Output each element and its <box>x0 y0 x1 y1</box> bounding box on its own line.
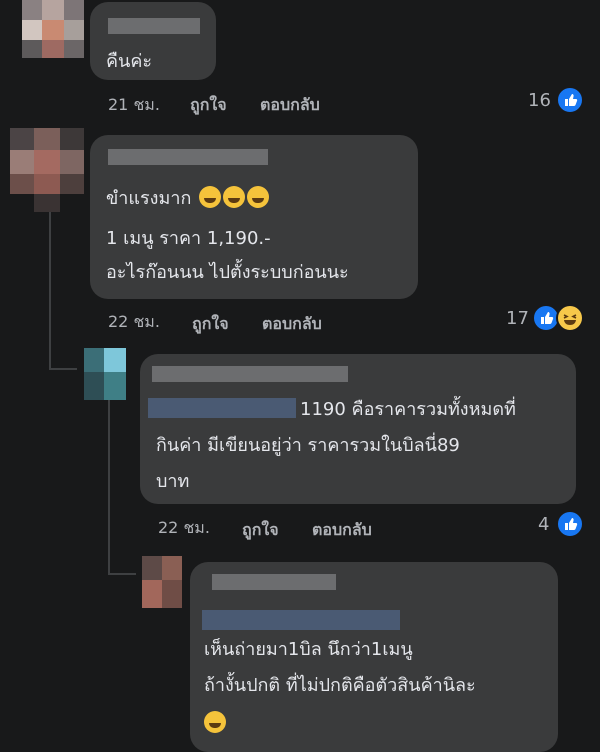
commenter-name-blurred[interactable] <box>152 366 348 382</box>
avatar[interactable] <box>10 128 84 212</box>
avatar[interactable] <box>84 348 126 400</box>
comment-text-line <box>204 708 226 740</box>
comment-text-line: บาท <box>156 471 190 492</box>
comment-text: คืนค่ะ <box>106 51 153 72</box>
comment-text-line: ถ้างั้นปกติ ที่ไม่ปกติคือตัวสินค้านิละ <box>204 675 476 696</box>
thread-line-curve <box>108 573 136 575</box>
like-icon[interactable] <box>556 86 584 114</box>
comment-text-line: อะไรก๊อนนน ไปตั้งระบบก่อนนะ <box>106 262 349 283</box>
reaction-count[interactable]: 16 <box>528 90 551 111</box>
reply-link[interactable]: ตอบกลับ <box>312 518 372 543</box>
avatar[interactable] <box>22 0 84 58</box>
rofl-emoji <box>223 186 246 208</box>
comment-text-line: 1190 คือราคารวมทั้งหมดที่ <box>300 399 516 420</box>
comment-bubble: 1190 คือราคารวมทั้งหมดที่ กินค่า มีเขียน… <box>140 354 576 504</box>
rofl-emoji <box>247 186 270 208</box>
comment-timestamp[interactable]: 21 ชม. <box>108 93 160 118</box>
avatar[interactable] <box>142 556 182 608</box>
like-link[interactable]: ถูกใจ <box>242 518 279 543</box>
grin-emoji <box>204 711 226 733</box>
mentioned-name-blurred[interactable] <box>202 610 400 630</box>
comment-text-line: ขำแรงมาก <box>106 188 192 209</box>
haha-icon[interactable] <box>556 304 584 332</box>
reaction-count[interactable]: 17 <box>506 308 529 329</box>
comment-text-line: กินค่า มีเขียนอยู่ว่า ราคารวมในบิลนี่89 <box>156 435 460 456</box>
thread-line-curve <box>49 368 77 370</box>
comment-text-line: เห็นถ่ายมา1บิล นึกว่า1เมนู <box>204 639 413 660</box>
reaction-count[interactable]: 4 <box>538 514 549 535</box>
comment-bubble: เห็นถ่ายมา1บิล นึกว่า1เมนู ถ้างั้นปกติ ท… <box>190 562 558 752</box>
comment-bubble: ขำแรงมาก 1 เมนู ราคา 1,190.- อะไรก๊อนนน … <box>90 135 418 299</box>
like-icon[interactable] <box>556 510 584 538</box>
like-link[interactable]: ถูกใจ <box>190 93 227 118</box>
comment-text-line: 1 เมนู ราคา 1,190.- <box>106 228 271 249</box>
like-link[interactable]: ถูกใจ <box>192 312 229 337</box>
comment-bubble: คืนค่ะ <box>90 2 216 80</box>
commenter-name-blurred[interactable] <box>108 149 268 165</box>
commenter-name-blurred[interactable] <box>212 574 336 590</box>
comment-timestamp[interactable]: 22 ชม. <box>108 310 160 335</box>
thread-line <box>108 400 110 575</box>
mentioned-name-blurred[interactable] <box>148 398 296 418</box>
thread-line <box>49 210 51 370</box>
rofl-emoji <box>199 186 222 208</box>
reply-link[interactable]: ตอบกลับ <box>262 312 322 337</box>
comment-timestamp[interactable]: 22 ชม. <box>158 516 210 541</box>
reply-link[interactable]: ตอบกลับ <box>260 93 320 118</box>
comment-text: ขำแรงมาก <box>106 183 270 215</box>
commenter-name-blurred[interactable] <box>108 18 200 34</box>
